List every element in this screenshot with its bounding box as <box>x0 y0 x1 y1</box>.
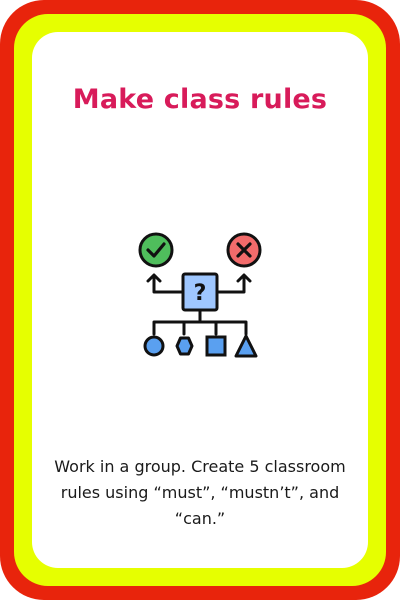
card-instructions: Work in a group. Create 5 classroom rule… <box>54 457 346 528</box>
shape-triangle-icon <box>234 334 258 358</box>
question-box-icon: ? <box>181 272 219 312</box>
svg-text:?: ? <box>194 281 207 306</box>
x-circle-icon <box>226 232 262 268</box>
shape-circle-icon <box>143 335 165 357</box>
check-circle-icon <box>138 232 174 268</box>
decision-tree-icon: ? <box>136 230 264 362</box>
shape-hexagon-icon <box>175 336 194 356</box>
shape-square-icon <box>205 335 227 357</box>
card-title: Make class rules <box>72 84 328 115</box>
